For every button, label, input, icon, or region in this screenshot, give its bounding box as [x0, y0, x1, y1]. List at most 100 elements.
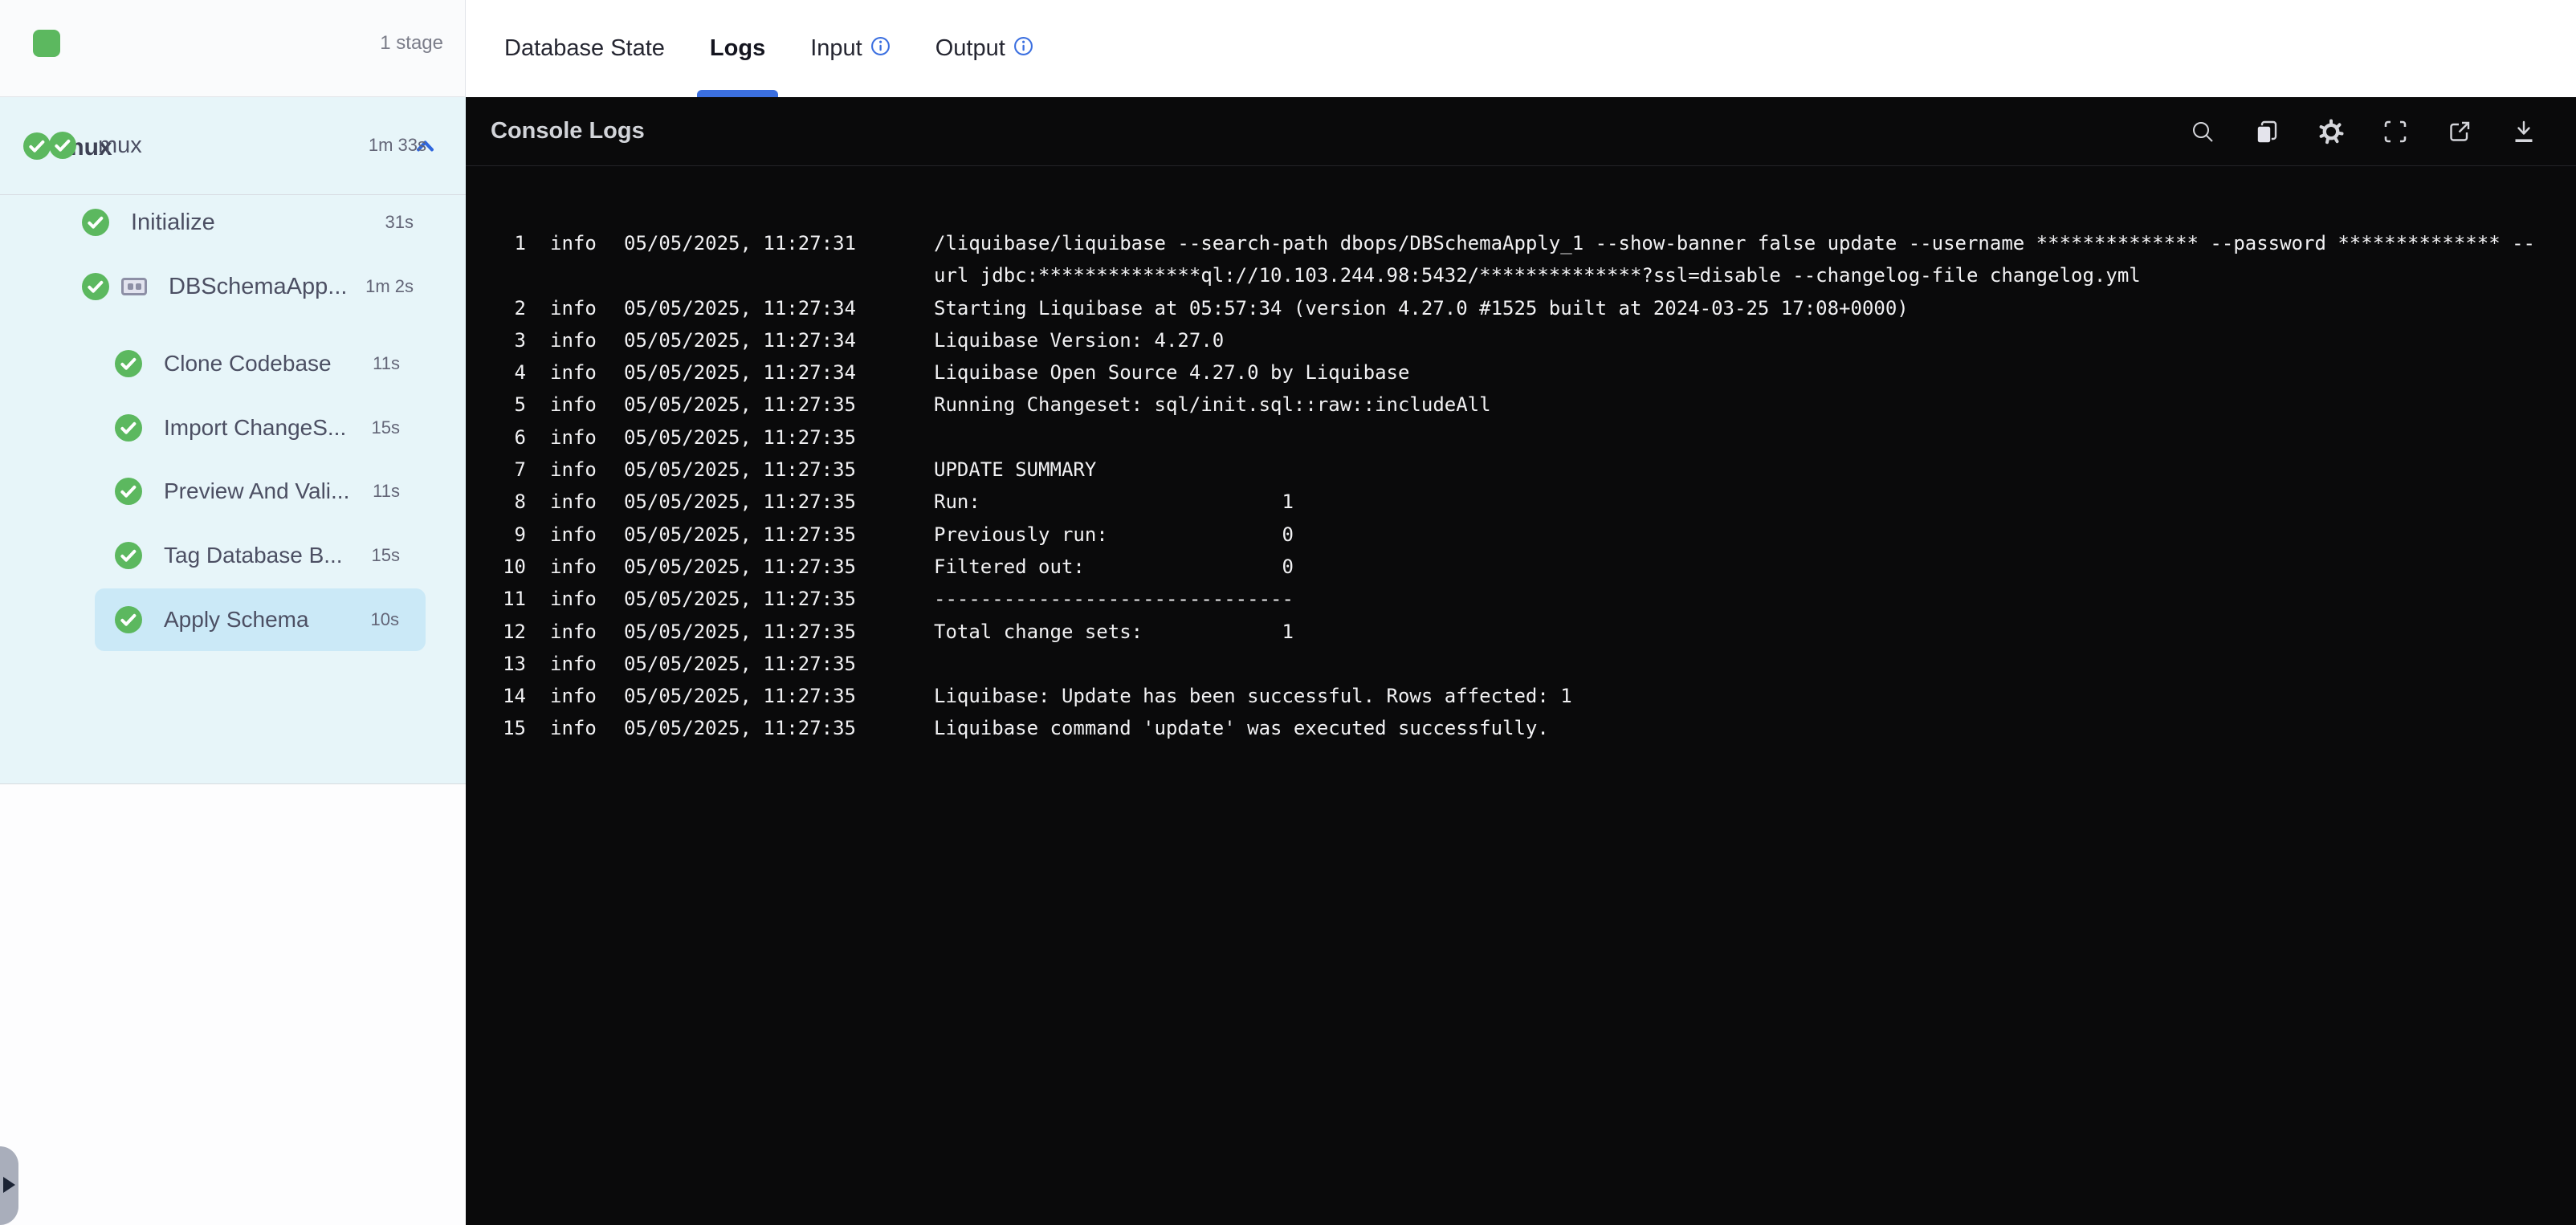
- success-check-icon: [82, 209, 109, 236]
- sidebar-item-import-changes[interactable]: Import ChangeS... 15s: [0, 397, 466, 459]
- log-row: 10 info 05/05/2025, 11:27:35 Filtered out: …: [466, 551, 2576, 583]
- step-duration: 11s: [373, 481, 400, 501]
- log-message: Previously run: 0: [934, 523, 1294, 546]
- tab-label: Output: [935, 35, 1005, 61]
- sidebar-item-preview-and-vali[interactable]: Preview And Vali... 11s: [0, 460, 466, 523]
- expand-drawer-button[interactable]: [0, 1146, 18, 1225]
- sidebar-item-mux[interactable]: mux 1m 33s: [0, 114, 466, 177]
- sidebar-item-clone-codebase[interactable]: Clone Codebase 11s: [0, 332, 466, 395]
- log-message: Liquibase: Update has been successful. R…: [934, 685, 1572, 708]
- info-icon[interactable]: [870, 36, 891, 56]
- log-line-number[interactable]: 4: [466, 356, 526, 389]
- log-level: info: [550, 620, 597, 643]
- stage-status-square[interactable]: [33, 30, 60, 57]
- tab-database-state[interactable]: Database State: [504, 0, 665, 97]
- step-label: Initialize: [131, 209, 215, 235]
- info-icon[interactable]: [1013, 36, 1033, 56]
- sidebar-item-initialize[interactable]: Initialize 31s: [0, 191, 466, 254]
- settings-button[interactable]: [2317, 118, 2345, 145]
- stage-count-label: 1 stage: [380, 32, 443, 54]
- console-title: Console Logs: [491, 118, 645, 144]
- step-duration: 15s: [371, 545, 400, 565]
- search-button[interactable]: [2189, 118, 2216, 145]
- log-line-number[interactable]: 3: [466, 324, 526, 356]
- log-timestamp: 05/05/2025, 11:27:31: [624, 232, 856, 254]
- pipeline-execution-page: 1 stage Database State Logs Input Output mu…: [0, 0, 2576, 1225]
- log-line-number[interactable]: 8: [466, 486, 526, 518]
- settings-icon: [2319, 119, 2344, 144]
- step-duration: 31s: [385, 212, 414, 232]
- log-message: Total change sets: 1: [934, 620, 1294, 643]
- console-panel: Console Logs 1 info 05/05/2025, 11:27:31/l…: [466, 97, 2576, 1225]
- log-row: 11 info 05/05/2025, 11:27:35 --------------…: [466, 583, 2576, 615]
- step-label: Tag Database B...: [164, 543, 343, 568]
- sidebar-item-dbschemaapp[interactable]: DBSchemaApp... 1m 2s: [0, 255, 466, 318]
- log-timestamp: 05/05/2025, 11:27:35: [624, 717, 856, 740]
- log-line-number[interactable]: 1: [466, 227, 526, 259]
- log-level: info: [550, 232, 597, 254]
- log-timestamp: 05/05/2025, 11:27:35: [624, 425, 856, 449]
- log-message: -------------------------------: [934, 588, 1294, 611]
- console-toolbar: [2189, 118, 2537, 145]
- success-check-icon: [115, 414, 142, 442]
- log-line-number[interactable]: 2: [466, 292, 526, 324]
- log-level: info: [550, 296, 597, 319]
- tab-logs[interactable]: Logs: [696, 0, 779, 97]
- log-line-number[interactable]: 7: [466, 454, 526, 486]
- success-check-icon: [115, 542, 142, 569]
- step-duration: 11s: [373, 353, 400, 373]
- success-check-icon: [49, 132, 76, 159]
- log-line-number[interactable]: 9: [466, 519, 526, 551]
- sidebar-item-tag-database-b[interactable]: Tag Database B... 15s: [0, 524, 466, 587]
- log-line-number[interactable]: 5: [466, 389, 526, 421]
- tab-output[interactable]: Output: [935, 0, 1033, 97]
- log-message: Liquibase Version: 4.27.0: [934, 328, 1225, 352]
- download-icon: [2515, 120, 2533, 142]
- log-line-number: [466, 259, 526, 291]
- log-line-number[interactable]: 12: [466, 616, 526, 648]
- search-icon: [2193, 121, 2213, 142]
- execution-sidebar: mux mux 1m 33s Initialize 31s DBSchemaApp...…: [0, 97, 466, 784]
- copy-icon: [2256, 120, 2277, 144]
- copy-button[interactable]: [2253, 118, 2280, 145]
- log-timestamp: 05/05/2025, 11:27:35: [624, 458, 856, 482]
- log-row: 14 info 05/05/2025, 11:27:35 Liquibase: Upd…: [466, 680, 2576, 712]
- log-timestamp: 05/05/2025, 11:27:34: [624, 361, 856, 385]
- log-line-number[interactable]: 10: [466, 551, 526, 583]
- log-message: Run: 1: [934, 490, 1294, 514]
- step-label: DBSchemaApp...: [169, 273, 348, 299]
- log-row: 12 info 05/05/2025, 11:27:35 Total change s…: [466, 616, 2576, 648]
- log-row-continuation: url jdbc:**************ql://10.103.244.9…: [466, 259, 2576, 291]
- stage-summary-bar: 1 stage: [0, 0, 466, 97]
- step-label: mux: [98, 132, 142, 158]
- log-line-number[interactable]: 14: [466, 680, 526, 712]
- download-button[interactable]: [2510, 118, 2537, 145]
- log-line-number[interactable]: 6: [466, 421, 526, 454]
- log-timestamp: 05/05/2025, 11:27:35: [624, 523, 856, 546]
- step-duration: 1m 2s: [365, 276, 414, 296]
- sidebar-empty-area: [0, 785, 466, 1225]
- step-label: Clone Codebase: [164, 351, 332, 376]
- log-timestamp: 05/05/2025, 11:27:35: [624, 620, 856, 643]
- log-level: info: [550, 490, 597, 514]
- log-level: info: [550, 393, 597, 417]
- log-row: 1 info 05/05/2025, 11:27:31/liquibase/liqu…: [466, 227, 2576, 259]
- log-level: info: [550, 555, 597, 578]
- log-line-number[interactable]: 11: [466, 583, 526, 615]
- log-timestamp: 05/05/2025, 11:27:35: [624, 393, 856, 417]
- log-level: info: [550, 361, 597, 385]
- console-header: Console Logs: [466, 97, 2576, 166]
- log-line-number[interactable]: 15: [466, 712, 526, 744]
- fullscreen-button[interactable]: [2382, 118, 2409, 145]
- tab-label: Input: [810, 35, 862, 61]
- log-level: info: [550, 588, 597, 611]
- log-message: Liquibase command 'update' was executed …: [934, 717, 1549, 740]
- log-message: Starting Liquibase at 05:57:34 (version …: [934, 296, 1909, 319]
- log-line-number[interactable]: 13: [466, 648, 526, 680]
- log-timestamp: 05/05/2025, 11:27:35: [624, 685, 856, 708]
- log-timestamp: 05/05/2025, 11:27:34: [624, 296, 856, 319]
- log-timestamp: 05/05/2025, 11:27:35: [624, 490, 856, 514]
- sidebar-item-apply-schema[interactable]: Apply Schema 10s: [95, 588, 426, 651]
- tab-input[interactable]: Input: [810, 0, 891, 97]
- open-in-new-button[interactable]: [2446, 118, 2473, 145]
